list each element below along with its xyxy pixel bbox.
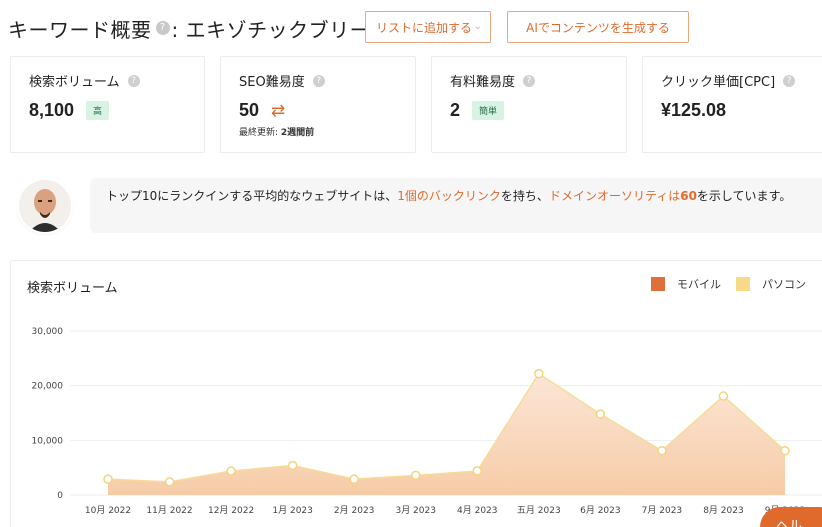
- status-badge: 簡単: [472, 101, 505, 120]
- page-title: キーワード概要: [8, 17, 152, 42]
- metric-label: 有料難易度: [450, 75, 516, 90]
- legend-swatch-mobile: [651, 277, 665, 291]
- legend-swatch-desktop: [736, 277, 750, 291]
- metric-card-cpc: クリック単価[CPC] ? ¥125.08: [642, 56, 822, 153]
- last-updated-value: 2週間前: [280, 128, 315, 138]
- metric-label: クリック単価[CPC]: [661, 75, 776, 90]
- avatar: [19, 180, 71, 232]
- metric-value: 8,100: [29, 100, 75, 120]
- refresh-icon[interactable]: ⇄: [271, 101, 285, 121]
- page-header: キーワード概要 ? : エキゾチックブリー: [8, 10, 370, 46]
- domain-authority-text: ドメインオーソリティは: [548, 189, 681, 203]
- add-to-list-dropdown[interactable]: リストに追加する ⌄: [365, 11, 491, 43]
- insight-text: を持ち、: [500, 189, 549, 203]
- legend-label: パソコン: [762, 278, 806, 291]
- metric-card-paid-difficulty: 有料難易度 ? 2 簡単: [431, 56, 627, 153]
- metric-value-row: 8,100 高: [29, 100, 186, 121]
- help-widget-button[interactable]: ヘル: [760, 507, 822, 527]
- ai-button-label: AIでコンテンツを生成する: [526, 20, 670, 35]
- metric-card-search-volume: 検索ボリューム ? 8,100 高: [10, 56, 205, 153]
- legend-label: モバイル: [677, 278, 721, 291]
- metric-card-seo-difficulty: SEO難易度 ? 50 ⇄ 最終更新: 2週間前: [220, 56, 416, 153]
- metric-label: 検索ボリューム: [29, 75, 120, 90]
- metric-value: 2: [450, 100, 461, 120]
- metric-value: 50: [239, 100, 260, 120]
- metric-label-row: クリック単価[CPC] ?: [661, 71, 813, 90]
- keyword-title: : エキゾチックブリー: [171, 17, 371, 42]
- backlink-insight-banner: トップ10にランクインする平均的なウェブサイトは、1個のバックリンクを持ち、ドメ…: [90, 178, 822, 233]
- domain-authority-value: 60: [680, 189, 697, 203]
- add-to-list-label: リストに追加する: [376, 20, 473, 35]
- help-icon[interactable]: ?: [127, 74, 140, 87]
- metric-value: ¥125.08: [661, 100, 727, 120]
- metric-value-row: 2 簡単: [450, 100, 608, 121]
- insight-text: トップ10にランクインする平均的なウェブサイトは、: [106, 189, 398, 203]
- generate-ai-content-button[interactable]: AIでコンテンツを生成する: [507, 11, 689, 43]
- metric-label-row: 有料難易度 ?: [450, 71, 608, 90]
- status-badge: 高: [86, 101, 110, 120]
- legend-item-mobile[interactable]: モバイル: [651, 276, 721, 292]
- help-icon[interactable]: ?: [523, 74, 536, 87]
- help-widget-label: ヘル: [776, 519, 803, 527]
- metric-label-row: SEO難易度 ?: [239, 71, 397, 90]
- search-volume-chart-card: 検索ボリューム モバイル パソコン: [10, 260, 822, 527]
- legend-item-desktop[interactable]: パソコン: [736, 276, 806, 292]
- help-icon[interactable]: ?: [312, 74, 325, 87]
- last-updated: 最終更新: 2週間前: [239, 125, 397, 138]
- avatar-illustration: [19, 180, 71, 232]
- metric-label: SEO難易度: [239, 75, 305, 90]
- chevron-down-icon: ⌄: [473, 21, 482, 32]
- last-updated-label: 最終更新:: [239, 128, 281, 138]
- backlink-count-text: 1個のバックリンク: [397, 189, 501, 203]
- insight-text: を示しています。: [696, 189, 792, 203]
- metric-value-row: 50 ⇄: [239, 100, 397, 121]
- metric-value-row: ¥125.08: [661, 100, 813, 121]
- help-icon[interactable]: ?: [155, 21, 170, 35]
- chart-title: 検索ボリューム: [27, 281, 118, 296]
- help-icon[interactable]: ?: [783, 74, 796, 87]
- metric-label-row: 検索ボリューム ?: [29, 71, 186, 90]
